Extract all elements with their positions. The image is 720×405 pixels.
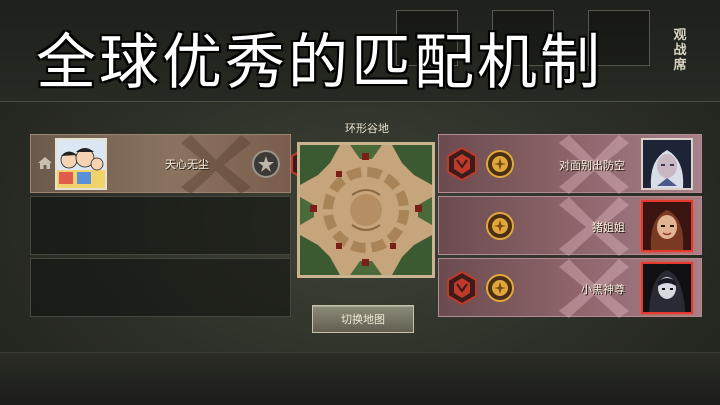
- right-player-slot[interactable]: 猪姐姐: [438, 196, 702, 256]
- crayon-shinchan-avatar[interactable]: [55, 138, 107, 190]
- brunette-female-avatar[interactable]: [641, 200, 693, 252]
- empty-player-slot[interactable]: [30, 196, 291, 255]
- player-name: 猪姐姐: [592, 221, 625, 234]
- dark-hooded-avatar[interactable]: [641, 262, 693, 314]
- gray-rank-badge-icon[interactable]: [251, 149, 281, 179]
- red-faction-emblem-icon: [447, 147, 477, 181]
- red-faction-emblem-icon: [447, 271, 477, 305]
- headline-caption: 全球优秀的匹配机制: [36, 28, 603, 98]
- switch-map-button[interactable]: 切换地图: [312, 305, 414, 333]
- map-title: 环形谷地: [345, 122, 389, 135]
- right-player-slot[interactable]: 小黑神尊: [438, 258, 702, 318]
- player-name: 对面别出防空: [559, 159, 625, 172]
- empty-player-slot[interactable]: [30, 258, 291, 317]
- gold-rank-badge-icon[interactable]: [485, 273, 515, 303]
- left-player-slot[interactable]: 天心无尘: [30, 134, 321, 194]
- right-player-slot[interactable]: 对面别出防空: [438, 134, 702, 194]
- gold-rank-badge-icon[interactable]: [485, 211, 515, 241]
- map-preview[interactable]: [297, 142, 435, 278]
- player-name: 天心无尘: [165, 158, 209, 171]
- player-name: 小黑神尊: [581, 283, 625, 296]
- bottom-band: [0, 352, 720, 405]
- home-icon[interactable]: [37, 155, 53, 171]
- gold-rank-badge-icon[interactable]: [485, 149, 515, 179]
- white-hair-female-avatar[interactable]: [641, 138, 693, 190]
- ring-valley-map-icon: [300, 145, 432, 275]
